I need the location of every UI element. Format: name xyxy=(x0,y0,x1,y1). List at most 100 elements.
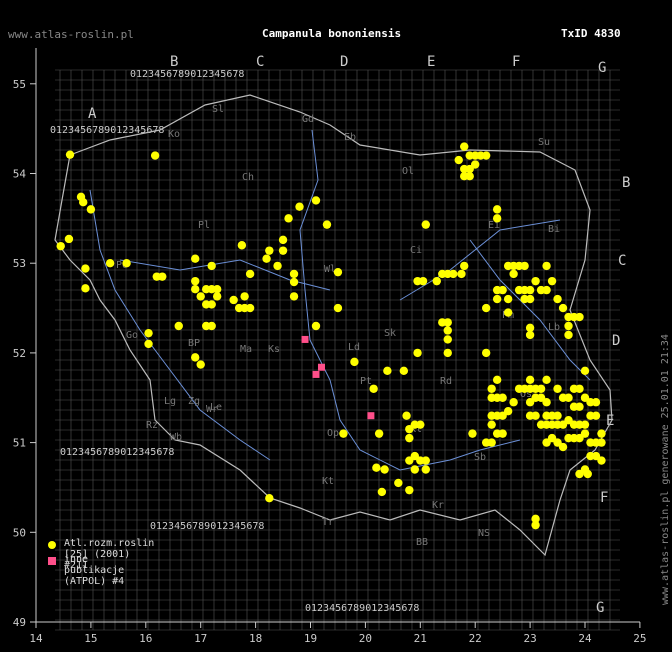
x-tick-label: 23 xyxy=(523,632,536,645)
region-label: Pt xyxy=(360,376,372,387)
occurrence-dot xyxy=(487,420,496,429)
occurrence-dot xyxy=(405,433,414,443)
region-label: Ld xyxy=(348,342,360,353)
occurrence-dot xyxy=(418,276,428,286)
occurrence-dot xyxy=(558,303,568,313)
occurrence-dot xyxy=(443,318,452,327)
occurrence-dot xyxy=(311,196,321,205)
region-label: Sk xyxy=(384,328,396,339)
occurrence-dot xyxy=(481,348,491,358)
region-label: Lg xyxy=(164,396,176,407)
y-tick-label: 51 xyxy=(13,437,26,450)
publication-square xyxy=(367,412,375,420)
occurrence-dot xyxy=(245,303,255,313)
occurrence-dot xyxy=(289,269,299,279)
x-tick-label: 15 xyxy=(84,632,97,645)
occurrence-dot xyxy=(468,429,477,438)
occurrence-dot xyxy=(531,276,540,286)
grid-digits: 0123456789012345678 xyxy=(60,447,174,458)
occurrence-dot xyxy=(564,321,573,331)
occurrence-dot xyxy=(564,330,573,340)
occurrence-dot xyxy=(174,321,183,331)
region-label: Bi xyxy=(548,224,560,235)
occurrence-dot xyxy=(191,276,200,286)
occurrence-dot xyxy=(465,171,474,181)
occurrence-dot xyxy=(278,235,288,245)
region-label: Pl xyxy=(198,220,210,231)
occurrence-dot xyxy=(481,151,491,160)
occurrence-dot xyxy=(207,300,216,309)
region-label: Ci xyxy=(410,245,422,256)
grid-letter: G xyxy=(598,60,606,76)
occurrence-dot xyxy=(471,160,480,169)
occurrence-dot xyxy=(405,456,414,465)
occurrence-dot xyxy=(597,429,606,438)
occurrence-dot xyxy=(597,456,606,465)
grid-digits: 0123456789012345678 xyxy=(130,69,244,80)
occurrence-dot xyxy=(394,478,403,488)
occurrence-dot xyxy=(191,353,200,362)
occurrence-dot xyxy=(284,214,293,223)
occurrence-dot xyxy=(460,142,469,151)
occurrence-dot xyxy=(525,330,535,340)
y-tick-label: 52 xyxy=(13,347,26,360)
occurrence-dot xyxy=(416,420,425,429)
occurrence-dot xyxy=(498,393,507,402)
region-label: Gd xyxy=(302,114,314,125)
occurrence-dot xyxy=(410,465,420,474)
occurrence-dot xyxy=(405,485,414,495)
occurrence-dot xyxy=(402,411,411,420)
occurrence-dot xyxy=(79,198,88,207)
grid-letter: D xyxy=(340,54,348,70)
occurrence-dot xyxy=(525,375,535,385)
occurrence-dot xyxy=(531,411,540,420)
occurrence-dot xyxy=(492,214,502,223)
occurrence-dot xyxy=(262,254,271,263)
occurrence-dot xyxy=(421,220,430,229)
occurrence-dot xyxy=(449,269,458,279)
occurrence-dot xyxy=(503,294,513,304)
publication-square xyxy=(317,363,325,371)
occurrence-dot xyxy=(295,202,304,211)
y-tick-label: 50 xyxy=(13,526,26,539)
region-label: Op xyxy=(327,428,339,439)
region-label: Ma xyxy=(240,344,252,355)
grid-letter: F xyxy=(600,490,608,506)
grid-letter: B xyxy=(170,54,178,70)
occurrence-dot xyxy=(372,463,381,472)
region-label: Wb xyxy=(170,432,182,443)
x-tick-label: 16 xyxy=(139,632,152,645)
occurrence-dot xyxy=(503,407,513,416)
x-tick-label: 24 xyxy=(578,632,592,645)
occurrence-dot xyxy=(443,335,452,344)
occurrence-dot xyxy=(377,487,387,497)
occurrence-dot xyxy=(196,360,205,369)
occurrence-dot xyxy=(553,294,562,304)
occurrence-dot xyxy=(245,269,255,279)
occurrence-dot xyxy=(457,269,466,279)
grid-letter: D xyxy=(612,333,620,349)
region-label: Zg xyxy=(188,396,200,407)
occurrence-dot xyxy=(509,398,518,407)
occurrence-dot xyxy=(333,303,343,313)
occurrence-dot xyxy=(56,241,65,251)
occurrence-dot xyxy=(542,285,551,295)
x-tick-label: 20 xyxy=(359,632,372,645)
occurrence-dot xyxy=(158,272,167,281)
occurrence-dot xyxy=(150,151,160,160)
occurrence-dot xyxy=(265,246,274,255)
occurrence-dot xyxy=(311,321,321,331)
region-label: Rd xyxy=(440,376,452,387)
occurrence-dot xyxy=(591,398,601,407)
occurrence-dot xyxy=(380,465,389,474)
occurrence-dot xyxy=(498,285,507,295)
region-label: Ch xyxy=(242,172,254,183)
region-label: Sb xyxy=(474,452,486,463)
occurrence-dot xyxy=(105,259,115,268)
grid-letter: G xyxy=(596,600,604,616)
occurrence-dot xyxy=(86,205,96,214)
occurrence-dot xyxy=(520,261,529,271)
occurrence-dot xyxy=(481,303,491,313)
grid-letter: E xyxy=(427,54,435,70)
occurrence-dot xyxy=(564,393,573,402)
